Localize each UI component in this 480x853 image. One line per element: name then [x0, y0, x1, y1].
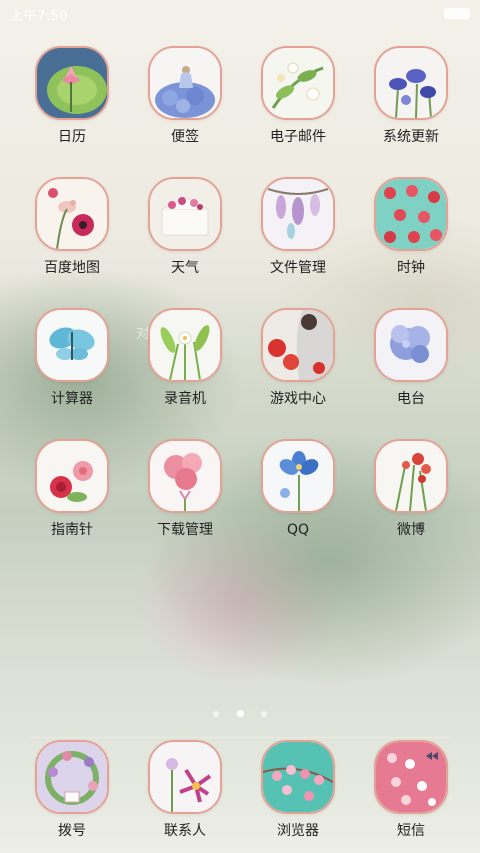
lotus-painting-icon — [35, 46, 109, 120]
app-label: 电台 — [397, 391, 425, 407]
app-label: 电子邮件 — [270, 129, 326, 145]
thank-you-card-icon — [148, 177, 222, 251]
dock-app-browser[interactable]: 浏览器 — [242, 740, 354, 840]
app-download-manager[interactable]: 下载管理 — [129, 439, 241, 539]
app-label: 日历 — [58, 129, 86, 145]
app-label: 游戏中心 — [270, 391, 326, 407]
red-flower-stems-icon — [374, 439, 448, 513]
app-label: 浏览器 — [277, 823, 319, 839]
app-label: 天气 — [171, 260, 199, 276]
girl-on-hydrangea-icon — [148, 46, 222, 120]
app-weather[interactable]: 天气 — [129, 177, 241, 277]
app-label: 指南针 — [51, 522, 93, 538]
dock-divider — [30, 737, 450, 738]
app-label: 录音机 — [164, 391, 206, 407]
white-lily-icon — [148, 308, 222, 382]
app-calendar[interactable]: 日历 — [16, 46, 128, 146]
cherry-blossom-teal-icon — [261, 740, 335, 814]
blue-butterfly-icon — [35, 308, 109, 382]
blue-hydrangea-icon — [374, 308, 448, 382]
page-indicator[interactable] — [0, 702, 480, 721]
app-label: 时钟 — [397, 260, 425, 276]
app-system-update[interactable]: 系统更新 — [355, 46, 467, 146]
app-qq[interactable]: QQ — [242, 439, 354, 539]
app-label: 文件管理 — [270, 260, 326, 276]
app-email[interactable]: 电子邮件 — [242, 46, 354, 146]
app-game-center[interactable]: 游戏中心 — [242, 308, 354, 408]
app-label: 系统更新 — [383, 129, 439, 145]
blue-flower-icon — [261, 439, 335, 513]
app-label: 便签 — [171, 129, 199, 145]
home-screen-grid: 日历 便签 电子邮件 系统更新 百度地图 天气 文件管理 时钟 计算器 录音机 … — [0, 0, 480, 853]
page-dot[interactable] — [260, 711, 267, 717]
page-dot-active[interactable] — [236, 710, 244, 717]
purple-iris-icon — [374, 46, 448, 120]
app-recorder[interactable]: 录音机 — [129, 308, 241, 408]
app-calculator[interactable]: 计算器 — [16, 308, 128, 408]
app-compass[interactable]: 指南针 — [16, 439, 128, 539]
page-dot[interactable] — [213, 711, 220, 717]
dock-app-dialer[interactable]: 拨号 — [16, 740, 128, 840]
white-flowers-leaves-icon — [261, 46, 335, 120]
wisteria-icon — [261, 177, 335, 251]
app-file-manager[interactable]: 文件管理 — [242, 177, 354, 277]
red-flower-pattern-icon — [374, 177, 448, 251]
pink-carnation-bouquet-icon — [148, 439, 222, 513]
pink-aster-icon — [148, 740, 222, 814]
app-baidu-map[interactable]: 百度地图 — [16, 177, 128, 277]
app-label: 微博 — [397, 522, 425, 538]
red-rose-icon — [35, 439, 109, 513]
pink-blossom-butterfly-icon — [374, 740, 448, 814]
app-notes[interactable]: 便签 — [129, 46, 241, 146]
dock-app-contacts[interactable]: 联系人 — [129, 740, 241, 840]
flower-wreath-icon — [35, 740, 109, 814]
app-label: 联系人 — [164, 823, 206, 839]
app-label: 拨号 — [58, 823, 86, 839]
app-weibo[interactable]: 微博 — [355, 439, 467, 539]
app-label: 百度地图 — [44, 260, 100, 276]
app-label: 计算器 — [51, 391, 93, 407]
bird-poppy-icon — [35, 177, 109, 251]
app-label: 下载管理 — [157, 522, 213, 538]
app-label: 短信 — [397, 823, 425, 839]
dock-app-messages[interactable]: 短信 — [355, 740, 467, 840]
app-clock[interactable]: 时钟 — [355, 177, 467, 277]
app-radio[interactable]: 电台 — [355, 308, 467, 408]
girl-with-poppies-icon — [261, 308, 335, 382]
app-label: QQ — [286, 522, 310, 538]
